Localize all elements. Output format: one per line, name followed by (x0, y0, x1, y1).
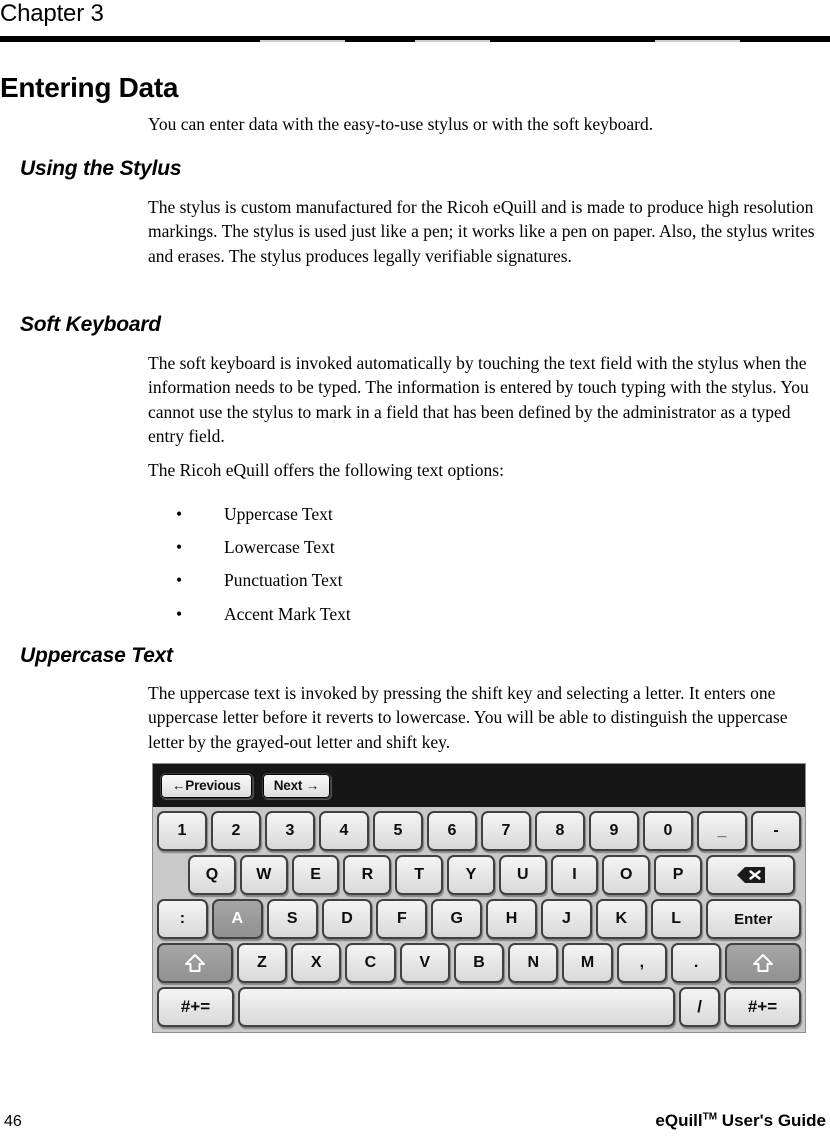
key-q[interactable]: Q (188, 855, 236, 895)
heading-using-the-stylus: Using the Stylus (20, 157, 182, 180)
footer-guide-suffix: User's Guide (717, 1111, 826, 1130)
key-t[interactable]: T (395, 855, 444, 895)
document-page: Chapter 3 Entering Data You can enter da… (0, 0, 830, 1144)
shift-arrow-icon (184, 954, 205, 972)
key-slash[interactable]: / (679, 987, 720, 1027)
key-6[interactable]: 6 (427, 811, 477, 851)
row-spacer (157, 855, 184, 895)
key-colon[interactable]: : (157, 899, 208, 939)
key-x[interactable]: X (291, 943, 342, 983)
key-2[interactable]: 2 (211, 811, 261, 851)
key-shift-right[interactable] (725, 943, 801, 983)
bullet-marker: • (176, 570, 183, 591)
heading-soft-keyboard: Soft Keyboard (20, 313, 161, 336)
keyboard-rows: 1 2 3 4 5 6 7 8 9 0 _ - Q W E R T Y U I … (153, 807, 805, 1032)
key-z[interactable]: Z (236, 943, 288, 983)
keyboard-row-space: #+= / #+= (157, 987, 801, 1027)
list-item-label: Accent Mark Text (224, 603, 351, 624)
list-item: • Uppercase Text (176, 498, 351, 531)
row-spacer (799, 855, 801, 895)
keyboard-row-bottom: Z X C V B N M , . (157, 943, 801, 983)
key-n[interactable]: N (508, 943, 559, 983)
key-3[interactable]: 3 (265, 811, 315, 851)
key-u[interactable]: U (498, 855, 547, 895)
key-a[interactable]: A (211, 899, 263, 939)
bullet-marker: • (176, 504, 183, 524)
heading-uppercase-text: Uppercase Text (20, 644, 173, 667)
key-d[interactable]: D (321, 899, 373, 939)
header-divider-rule (0, 36, 830, 42)
key-r[interactable]: R (343, 855, 392, 895)
key-b[interactable]: B (453, 943, 505, 983)
key-l[interactable]: L (650, 899, 702, 939)
key-0[interactable]: 0 (643, 811, 693, 851)
next-button[interactable]: Next → (261, 772, 332, 799)
key-s[interactable]: S (266, 899, 318, 939)
list-item: • Lowercase Text (176, 531, 351, 564)
key-i[interactable]: I (550, 855, 599, 895)
page-title-entering-data: Entering Data (0, 72, 179, 103)
list-item-label: Punctuation Text (224, 570, 343, 591)
key-symbols-left[interactable]: #+= (157, 987, 234, 1027)
keyboard-row-numbers: 1 2 3 4 5 6 7 8 9 0 _ - (157, 811, 801, 851)
footer-page-number: 46 (4, 1113, 22, 1130)
keyboard-toolbar: ←Previous Next → (153, 764, 805, 807)
key-5[interactable]: 5 (373, 811, 423, 851)
paragraph-soft-keyboard-1: The soft keyboard is invoked automatical… (148, 353, 809, 447)
key-o[interactable]: O (602, 855, 651, 895)
key-h[interactable]: H (486, 899, 538, 939)
key-g[interactable]: G (431, 899, 483, 939)
bullet-marker: • (176, 537, 183, 558)
text-options-list: • Uppercase Text • Lowercase Text • Punc… (176, 498, 351, 631)
key-f[interactable]: F (376, 899, 428, 939)
key-y[interactable]: Y (447, 855, 495, 895)
key-symbols-right[interactable]: #+= (724, 987, 801, 1027)
key-e[interactable]: E (291, 855, 340, 895)
list-item-label: Uppercase Text (224, 504, 333, 524)
key-backspace[interactable] (705, 855, 796, 895)
list-item: • Punctuation Text (176, 564, 351, 597)
list-item: • Accent Mark Text (176, 598, 351, 631)
paragraph-uppercase-text: The uppercase text is invoked by pressin… (148, 683, 788, 752)
key-period[interactable]: . (670, 943, 722, 983)
key-7[interactable]: 7 (481, 811, 531, 851)
paragraph-soft-keyboard-2: The Ricoh eQuill offers the following te… (148, 460, 504, 480)
key-comma[interactable]: , (616, 943, 667, 983)
key-spacebar[interactable] (238, 987, 676, 1027)
key-m[interactable]: M (562, 943, 613, 983)
key-w[interactable]: W (239, 855, 288, 895)
key-1[interactable]: 1 (157, 811, 207, 851)
key-c[interactable]: C (345, 943, 396, 983)
key-j[interactable]: J (541, 899, 592, 939)
paragraph-using-the-stylus: The stylus is custom manufactured for th… (148, 197, 815, 266)
key-k[interactable]: K (595, 899, 647, 939)
key-enter[interactable]: Enter (705, 899, 801, 939)
key-8[interactable]: 8 (535, 811, 585, 851)
keyboard-row-qwerty: Q W E R T Y U I O P (157, 855, 801, 895)
keyboard-row-home: : A S D F G H J K L Enter (157, 899, 801, 939)
footer-guide-name: eQuill (655, 1111, 703, 1130)
key-4[interactable]: 4 (319, 811, 369, 851)
paragraph-entering-data: You can enter data with the easy-to-use … (148, 114, 654, 134)
list-item-label: Lowercase Text (224, 537, 335, 558)
backspace-icon (736, 867, 765, 883)
chapter-header: Chapter 3 (0, 0, 104, 27)
key-v[interactable]: V (399, 943, 450, 983)
previous-button[interactable]: ←Previous (160, 772, 253, 799)
footer-trademark-symbol: TM (702, 1111, 718, 1123)
footer-guide-title: eQuillTM User's Guide (655, 1111, 826, 1131)
key-9[interactable]: 9 (589, 811, 639, 851)
key-shift-left[interactable] (157, 943, 233, 983)
key-p[interactable]: P (654, 855, 702, 895)
shift-arrow-icon (753, 954, 774, 972)
key-hyphen[interactable]: - (751, 811, 801, 851)
key-underscore[interactable]: _ (697, 811, 747, 851)
soft-keyboard-figure: ←Previous Next → 1 2 3 4 5 6 7 8 9 0 _ - (152, 763, 806, 1033)
bullet-marker: • (176, 603, 183, 624)
